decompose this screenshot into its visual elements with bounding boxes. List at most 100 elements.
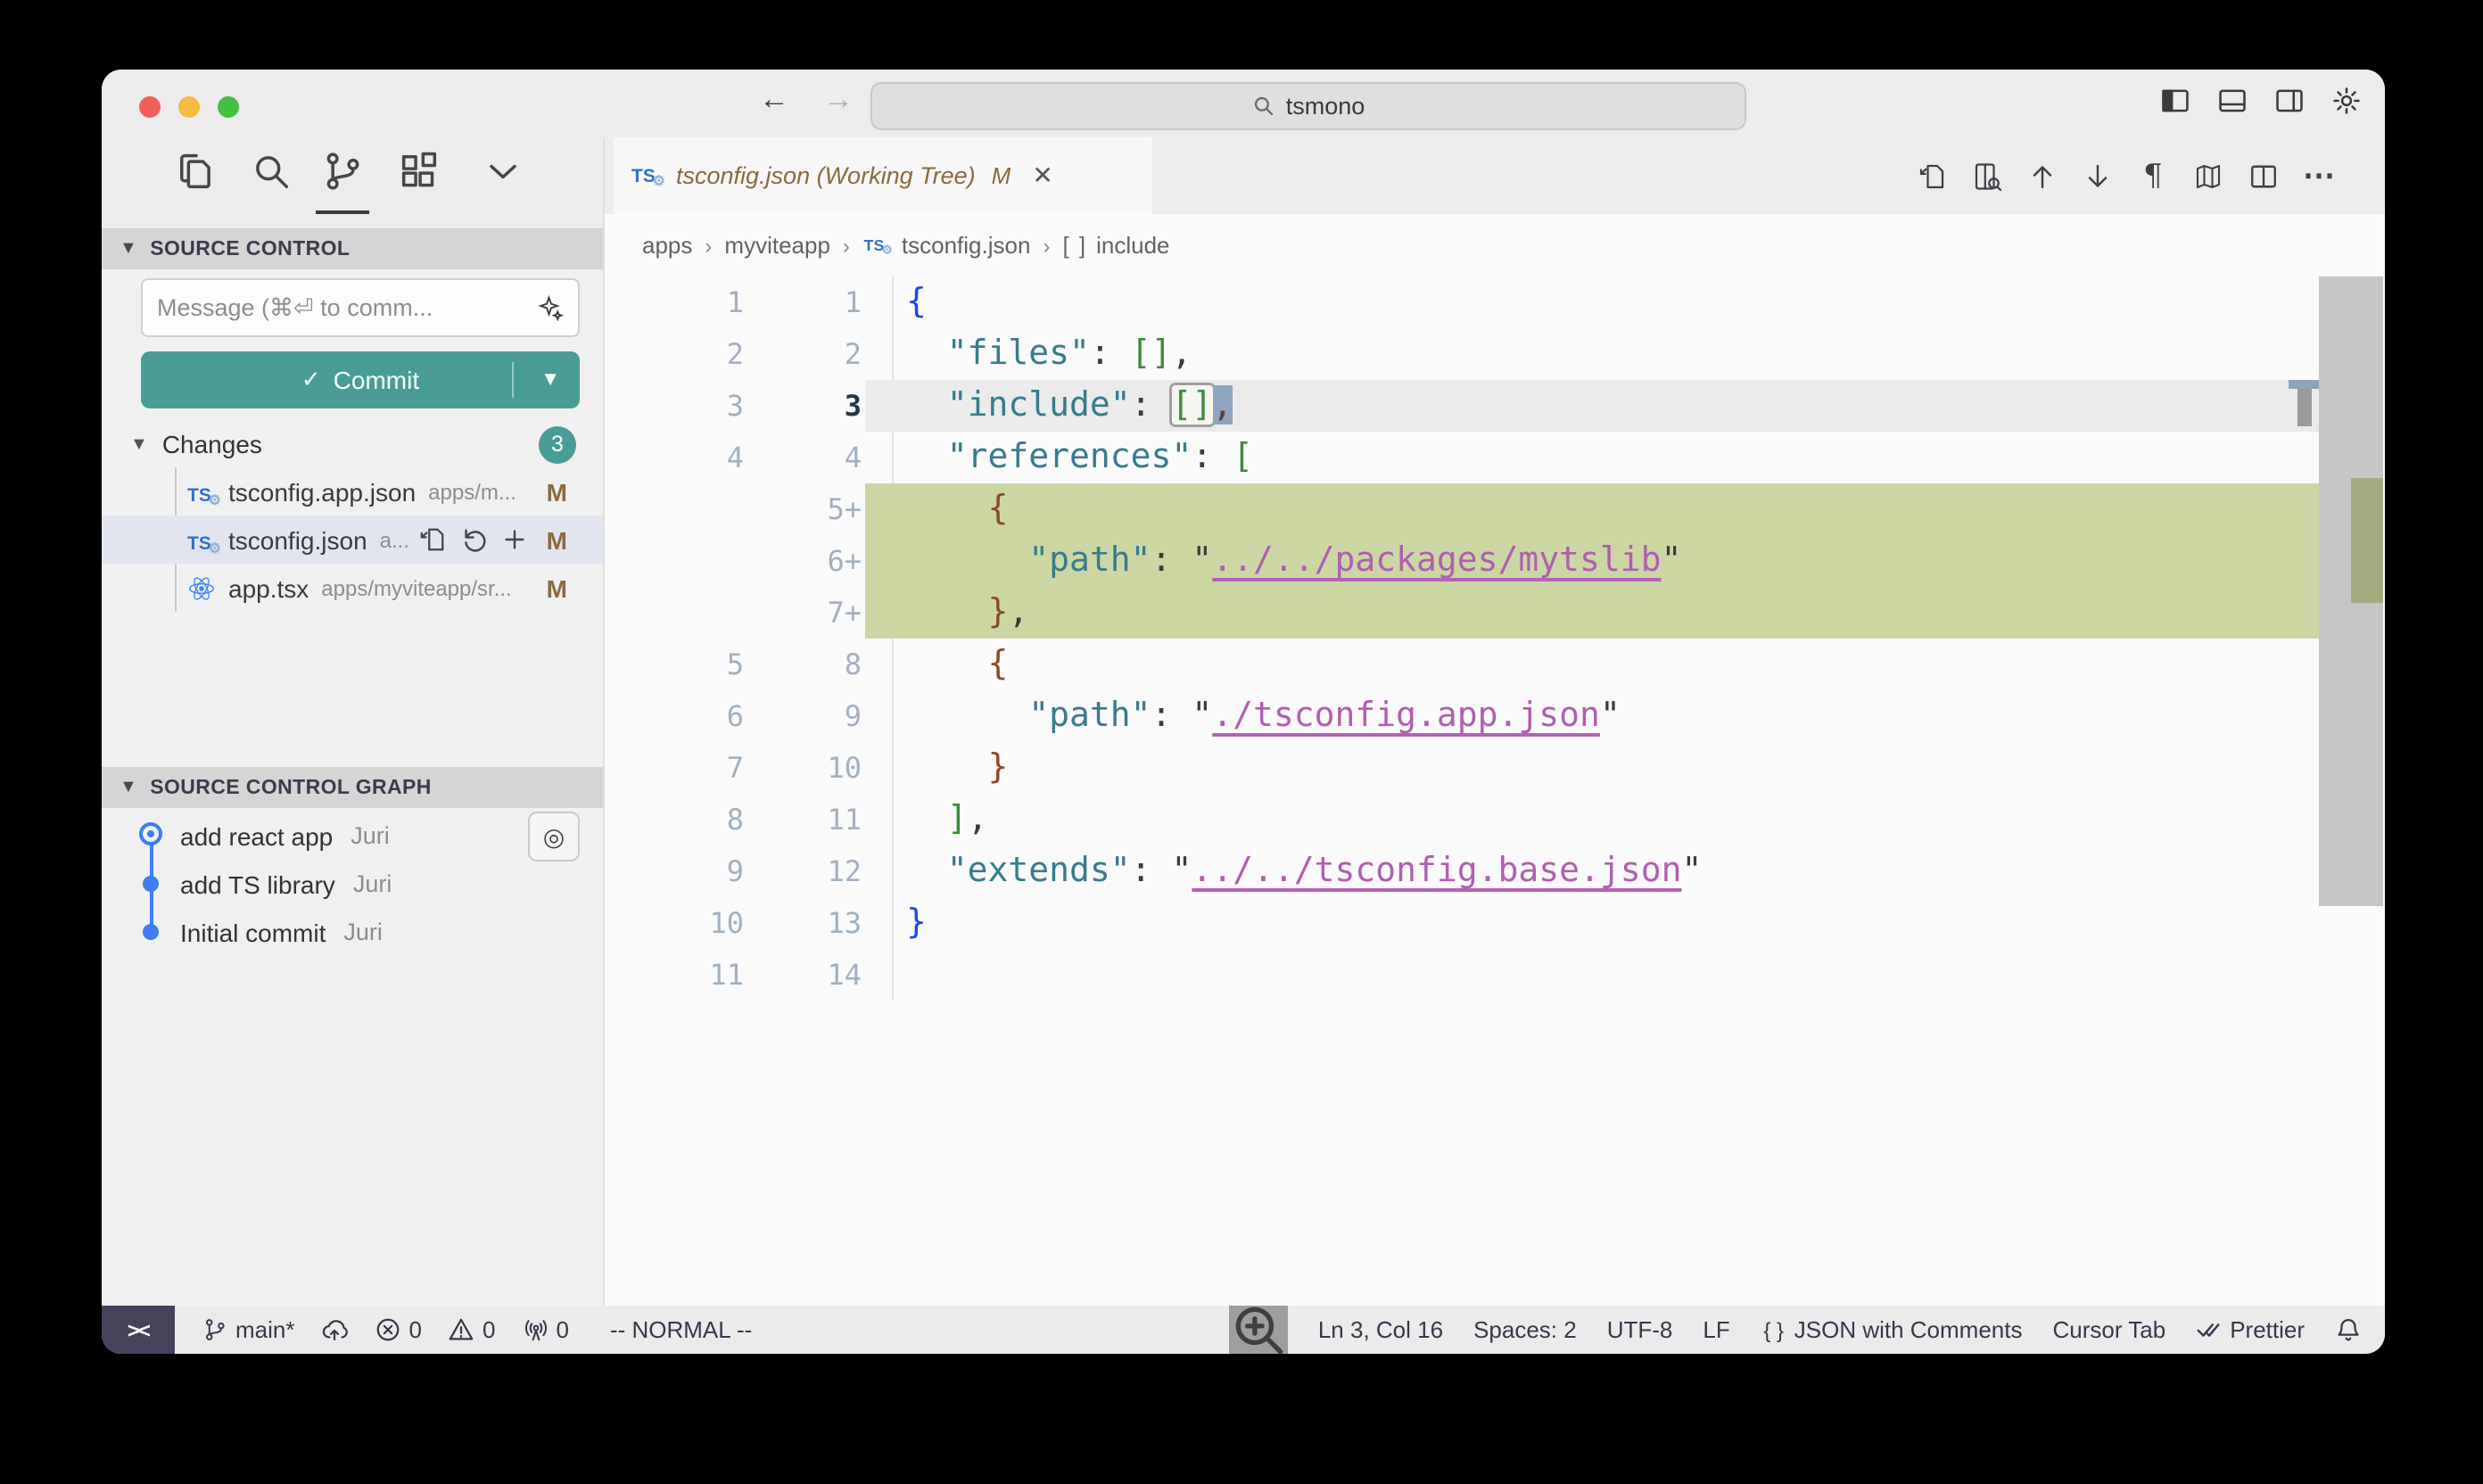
pilcrow-icon[interactable]: ¶ (2137, 160, 2169, 192)
code-line[interactable]: 1114 (605, 949, 2385, 1001)
open-changes-icon[interactable] (1916, 160, 1948, 192)
changes-file-row[interactable]: TS⚙tsconfig.app.jsonapps/m...M (102, 467, 603, 515)
close-window-button[interactable] (139, 96, 161, 118)
code-line-bg (865, 639, 2319, 690)
status-item-spaces-2[interactable]: Spaces: 2 (1473, 1316, 1577, 1343)
activity-item-more-views[interactable] (480, 148, 526, 194)
ts-file-icon: TS⚙ (187, 525, 216, 554)
path-link[interactable]: ../../packages/mytslib (1212, 540, 1661, 580)
code-line[interactable]: 69 "path": "./tsconfig.app.json" (605, 690, 2385, 742)
activity-item-source-control[interactable] (319, 148, 366, 194)
prev-change-icon[interactable] (2026, 160, 2058, 192)
cloud-upload-status[interactable] (322, 1316, 349, 1343)
commit-row[interactable]: add react app Juri ◎ (102, 812, 603, 860)
code-text: } (906, 897, 927, 949)
split-editor-icon[interactable] (2248, 160, 2280, 192)
minimap-marker-stem (2297, 389, 2312, 426)
stage-icon[interactable] (501, 526, 528, 553)
commit-row[interactable]: add TS libraryJuri (102, 860, 603, 908)
breadcrumb-item-apps[interactable]: apps (642, 232, 692, 259)
code-line[interactable]: 1013} (605, 897, 2385, 949)
layout-panel-icon[interactable] (2215, 84, 2249, 118)
new-line-number: 7+ (758, 587, 862, 639)
code-line[interactable]: 912 "extends": "../../tsconfig.base.json… (605, 845, 2385, 897)
code-text: "references": [ (906, 432, 1253, 483)
status-item--normal-[interactable]: -- NORMAL -- (596, 1316, 752, 1343)
minimize-window-button[interactable] (178, 96, 200, 118)
bell-status[interactable] (2335, 1316, 2362, 1343)
path-link[interactable]: ../../tsconfig.base.json (1192, 851, 1681, 890)
code-line[interactable]: 811 ], (605, 794, 2385, 845)
diff-editor[interactable]: 11{22 "files": [],33 "include": [],44 "r… (605, 276, 2385, 1306)
source-control-graph-header[interactable]: ▼ SOURCE CONTROL GRAPH (102, 767, 603, 808)
status-item-0[interactable]: 0 (522, 1316, 568, 1343)
more-actions-icon[interactable]: ⋯ (2303, 160, 2335, 192)
zoom-indicator[interactable] (1229, 1306, 1288, 1354)
new-line-number: 1 (758, 276, 862, 328)
forward-icon[interactable]: → (819, 82, 858, 118)
layout-sidebar-left-icon[interactable] (2158, 84, 2192, 118)
code-line[interactable]: 58 { (605, 639, 2385, 690)
code-line[interactable]: 6+ "path": "../../packages/mytslib" (605, 535, 2385, 587)
commit-button[interactable]: ✓ Commit ▼ (141, 351, 580, 408)
breadcrumb-item-tsconfig.json[interactable]: TS⚙tsconfig.json (862, 232, 1031, 259)
code-token: : (1090, 334, 1131, 373)
status-item-0[interactable]: 0 (375, 1316, 422, 1343)
goto-ref-button[interactable]: ◎ (528, 812, 580, 862)
activity-item-explorer[interactable] (173, 148, 219, 194)
path-link[interactable]: ./tsconfig.app.json (1212, 696, 1600, 735)
ts-file-icon: TS⚙ (187, 477, 216, 506)
zoom-window-button[interactable] (218, 96, 239, 118)
code-line[interactable]: 11{ (605, 276, 2385, 328)
old-line-number: 4 (605, 432, 744, 483)
changes-file-row[interactable]: app.tsxapps/myviteapp/sr...M (102, 564, 603, 612)
discard-icon[interactable] (460, 526, 487, 553)
code-token: { (988, 644, 1009, 683)
changes-section-header[interactable]: ▼ Changes 3 (102, 421, 603, 467)
status-item-0[interactable]: 0 (449, 1316, 495, 1343)
commit-dropdown-icon[interactable]: ▼ (540, 369, 560, 391)
status-item-prettier[interactable]: Prettier (2196, 1316, 2305, 1343)
source-control-header[interactable]: ▼ SOURCE CONTROL (102, 228, 603, 269)
breadcrumb-label: include (1096, 232, 1169, 259)
code-line[interactable]: 22 "files": [], (605, 328, 2385, 380)
status-label: UTF-8 (1607, 1316, 1673, 1343)
back-icon[interactable]: ← (755, 82, 794, 118)
status-item-cursor-tab[interactable]: Cursor Tab (2053, 1316, 2166, 1343)
file-path: apps/m... (428, 479, 603, 504)
breadcrumb-item-myviteapp[interactable]: myviteapp (724, 232, 830, 259)
compare-file-icon[interactable] (1971, 160, 2003, 192)
status-label: main* (235, 1316, 295, 1343)
tab-tsconfig-working-tree[interactable]: TS⚙ tsconfig.json (Working Tree) M ✕ (614, 137, 1152, 214)
next-change-icon[interactable] (2082, 160, 2114, 192)
code-line[interactable]: 710 } (605, 742, 2385, 794)
status-item-main-[interactable]: main* (202, 1316, 295, 1343)
code-line[interactable]: 7+ }, (605, 587, 2385, 639)
changes-file-row[interactable]: TS⚙tsconfig.jsona...M (102, 515, 603, 564)
commit-message: add react app (180, 821, 333, 850)
go-to-file-icon[interactable] (419, 526, 446, 553)
commit-row[interactable]: Initial commitJuri (102, 908, 603, 956)
gear-icon[interactable] (2330, 84, 2363, 118)
code-line[interactable]: 33 "include": [], (605, 380, 2385, 432)
activity-item-extensions[interactable] (396, 148, 442, 194)
code-line-bg (865, 949, 2319, 1001)
status-item-json-with-comments[interactable]: { }JSON with Comments (1761, 1316, 2023, 1343)
commit-author: Juri (351, 822, 390, 849)
code-line[interactable]: 44 "references": [ (605, 432, 2385, 483)
code-line[interactable]: 5+ { (605, 483, 2385, 535)
status-item-utf-8[interactable]: UTF-8 (1607, 1316, 1673, 1343)
remote-indicator[interactable]: >< (102, 1306, 175, 1354)
activity-item-search[interactable] (248, 148, 294, 194)
close-icon[interactable]: ✕ (1032, 161, 1052, 191)
code-token (906, 851, 947, 890)
command-center-search[interactable]: tsmono (870, 82, 1746, 130)
layout-sidebar-right-icon[interactable] (2273, 84, 2306, 118)
git-branch-icon (202, 1316, 228, 1343)
status-item-lf[interactable]: LF (1703, 1316, 1729, 1343)
map-icon[interactable] (2192, 160, 2224, 192)
sparkle-icon[interactable] (537, 294, 564, 321)
commit-message-input[interactable]: Message (⌘⏎ to comm... (141, 278, 580, 337)
breadcrumb-item-include[interactable]: [ ]include (1062, 232, 1169, 259)
status-item-ln-3-col-16[interactable]: Ln 3, Col 16 (1318, 1316, 1443, 1343)
